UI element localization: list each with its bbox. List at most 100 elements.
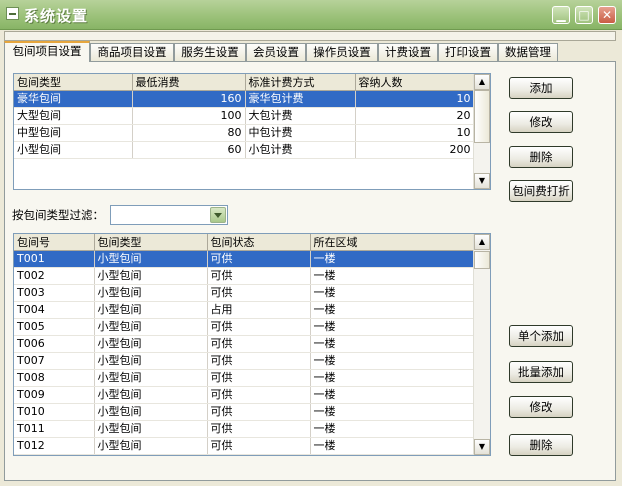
table-cell-billing: 小包计费 — [245, 141, 356, 159]
table-cell-area: 一楼 — [310, 437, 475, 455]
table-cell-status: 可供 — [207, 318, 311, 336]
column-header[interactable]: 包间类型 — [94, 234, 208, 251]
room-scrollbar[interactable]: ▲ ▼ — [473, 234, 490, 455]
tab-print-settings[interactable]: 打印设置 — [438, 43, 498, 61]
scroll-down-arrow-icon[interactable]: ▼ — [474, 173, 490, 189]
table-row[interactable]: T007 小型包间 可供 一楼 — [14, 352, 475, 370]
scroll-down-arrow-icon[interactable]: ▼ — [474, 439, 490, 455]
table-row[interactable]: 豪华包间 160 豪华包计费 10 — [14, 90, 475, 108]
window-menu-icon[interactable] — [6, 7, 19, 20]
batch-add-button[interactable]: 批量添加 — [509, 361, 573, 383]
room-type-grid[interactable]: 包间类型 最低消费 标准计费方式 容纳人数 豪华包间 160 豪华包计费 10 大型包间… — [13, 73, 491, 190]
table-cell-status: 可供 — [207, 267, 311, 285]
delete-room-button[interactable]: 删除 — [509, 434, 573, 456]
table-cell-capacity: 200 — [355, 141, 475, 159]
table-cell-min-spend: 160 — [132, 90, 246, 108]
scroll-thumb[interactable] — [474, 251, 490, 269]
table-cell-area: 一楼 — [310, 267, 475, 285]
table-cell-id: T009 — [14, 386, 95, 404]
column-header[interactable]: 容纳人数 — [355, 74, 475, 91]
column-header[interactable]: 包间号 — [14, 234, 95, 251]
table-row[interactable]: T008 小型包间 可供 一楼 — [14, 369, 475, 387]
table-cell-type: 小型包间 — [94, 403, 208, 421]
column-header[interactable]: 最低消费 — [132, 74, 246, 91]
room-fee-discount-button[interactable]: 包间费打折 — [509, 180, 573, 202]
table-cell-status: 可供 — [207, 335, 311, 353]
table-cell-area: 一楼 — [310, 420, 475, 438]
column-header[interactable]: 所在区域 — [310, 234, 475, 251]
table-cell-area: 一楼 — [310, 352, 475, 370]
tab-room-settings[interactable]: 包间项目设置 — [4, 41, 90, 62]
table-cell-status: 可供 — [207, 437, 311, 455]
table-row[interactable]: T005 小型包间 可供 一楼 — [14, 318, 475, 336]
scroll-up-arrow-icon[interactable]: ▲ — [474, 74, 490, 90]
table-cell-id: T003 — [14, 284, 95, 302]
table-row[interactable]: T001 小型包间 可供 一楼 — [14, 250, 475, 268]
table-row[interactable]: 大型包间 100 大包计费 20 — [14, 107, 475, 125]
column-header[interactable]: 包间状态 — [207, 234, 311, 251]
table-cell-type: 小型包间 — [94, 352, 208, 370]
tab-goods-settings[interactable]: 商品项目设置 — [90, 43, 174, 61]
table-cell-status: 可供 — [207, 284, 311, 302]
table-cell-type: 小型包间 — [94, 437, 208, 455]
scroll-up-arrow-icon[interactable]: ▲ — [474, 234, 490, 250]
table-cell-area: 一楼 — [310, 369, 475, 387]
maximize-icon[interactable]: □ — [575, 6, 593, 24]
table-row[interactable]: T002 小型包间 可供 一楼 — [14, 267, 475, 285]
table-row[interactable]: T006 小型包间 可供 一楼 — [14, 335, 475, 353]
single-add-button[interactable]: 单个添加 — [509, 325, 573, 347]
close-icon[interactable]: ✕ — [598, 6, 616, 24]
table-cell-type: 小型包间 — [94, 318, 208, 336]
chevron-down-icon[interactable] — [210, 207, 226, 223]
filter-label: 按包间类型过滤： — [12, 208, 104, 222]
edit-room-type-button[interactable]: 修改 — [509, 111, 573, 133]
table-row[interactable]: T011 小型包间 可供 一楼 — [14, 420, 475, 438]
table-cell-status: 可供 — [207, 250, 311, 268]
table-row[interactable]: T004 小型包间 占用 一楼 — [14, 301, 475, 319]
table-cell-id: T011 — [14, 420, 95, 438]
minimize-icon[interactable]: ▁ — [552, 6, 570, 24]
tab-billing-settings[interactable]: 计费设置 — [378, 43, 438, 61]
table-cell-id: T010 — [14, 403, 95, 421]
table-cell-id: T008 — [14, 369, 95, 387]
tab-member-settings[interactable]: 会员设置 — [246, 43, 306, 61]
table-cell-id: T002 — [14, 267, 95, 285]
table-cell-billing: 中包计费 — [245, 124, 356, 142]
table-row[interactable]: T010 小型包间 可供 一楼 — [14, 403, 475, 421]
tab-operator-settings[interactable]: 操作员设置 — [306, 43, 378, 61]
room-grid[interactable]: 包间号 包间类型 包间状态 所在区域 T001 小型包间 可供 一楼 T002 小型包间可… — [13, 233, 491, 456]
table-row[interactable]: T003 小型包间 可供 一楼 — [14, 284, 475, 302]
column-header[interactable]: 包间类型 — [14, 74, 133, 91]
delete-room-type-button[interactable]: 删除 — [509, 146, 573, 168]
room-type-scrollbar[interactable]: ▲ ▼ — [473, 74, 490, 189]
table-cell-billing: 豪华包计费 — [245, 90, 356, 108]
title-bar[interactable]: 系统设置 ▁ □ ✕ — [0, 0, 622, 30]
table-cell-id: T007 — [14, 352, 95, 370]
table-cell-status: 可供 — [207, 352, 311, 370]
column-header[interactable]: 标准计费方式 — [245, 74, 356, 91]
table-cell-type: 小型包间 — [94, 250, 208, 268]
table-cell-min-spend: 100 — [132, 107, 246, 125]
table-cell-billing: 大包计费 — [245, 107, 356, 125]
table-cell-area: 一楼 — [310, 386, 475, 404]
table-row[interactable]: 中型包间 80 中包计费 10 — [14, 124, 475, 142]
table-cell-area: 一楼 — [310, 318, 475, 336]
table-cell-type: 小型包间 — [14, 141, 133, 159]
table-cell-id: T005 — [14, 318, 95, 336]
table-cell-status: 可供 — [207, 369, 311, 387]
table-row[interactable]: T009 小型包间 可供 一楼 — [14, 386, 475, 404]
tab-waiter-settings[interactable]: 服务生设置 — [174, 43, 246, 61]
table-cell-type: 豪华包间 — [14, 90, 133, 108]
add-room-type-button[interactable]: 添加 — [509, 77, 573, 99]
table-cell-type: 小型包间 — [94, 301, 208, 319]
room-type-filter-select[interactable] — [110, 205, 228, 225]
scroll-thumb[interactable] — [474, 90, 490, 143]
table-cell-id: T004 — [14, 301, 95, 319]
edit-room-button[interactable]: 修改 — [509, 396, 573, 418]
table-cell-id: T006 — [14, 335, 95, 353]
tab-data-management[interactable]: 数据管理 — [498, 43, 558, 61]
table-cell-area: 一楼 — [310, 301, 475, 319]
table-row[interactable]: 小型包间 60 小包计费 200 — [14, 141, 475, 159]
table-row[interactable]: T012 小型包间 可供 一楼 — [14, 437, 475, 455]
table-cell-area: 一楼 — [310, 284, 475, 302]
